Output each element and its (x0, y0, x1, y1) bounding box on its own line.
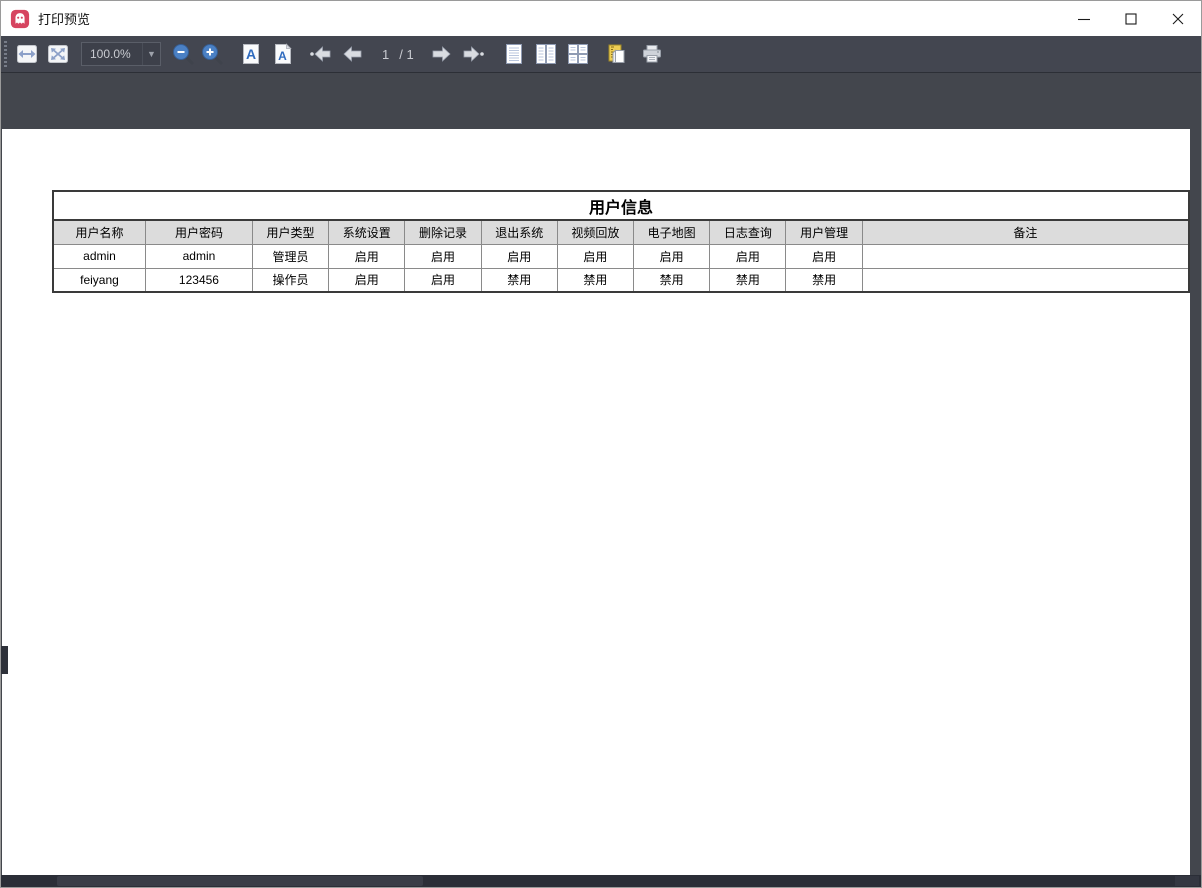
vertical-scrollbar-thumb[interactable] (1, 646, 8, 674)
table-cell: 启用 (634, 244, 710, 268)
table-row: adminadmin管理员启用启用启用启用启用启用启用 (53, 244, 1189, 268)
page-total: / 1 (399, 47, 413, 62)
column-header: 用户类型 (252, 220, 328, 244)
table-cell: admin (145, 244, 252, 268)
table-cell: 启用 (329, 268, 405, 292)
toolbar-grip[interactable] (4, 41, 7, 67)
zoom-out-button[interactable] (170, 41, 196, 67)
minimize-icon (1077, 12, 1091, 26)
table-cell: 启用 (405, 268, 481, 292)
maximize-icon (1124, 12, 1138, 26)
table-cell: 禁用 (786, 268, 862, 292)
table-cell: 启用 (405, 244, 481, 268)
column-header: 电子地图 (634, 220, 710, 244)
table-cell: 启用 (557, 244, 633, 268)
table-cell (862, 268, 1189, 292)
four-page-layout-button[interactable] (565, 41, 591, 67)
last-page-icon (460, 42, 486, 66)
two-page-icon (534, 42, 558, 66)
four-page-icon (566, 42, 590, 66)
chevron-down-icon: ▼ (142, 43, 160, 65)
column-header: 日志查询 (710, 220, 786, 244)
single-page-layout-button[interactable] (501, 41, 527, 67)
document-page: 用户信息用户名称用户密码用户类型系统设置删除记录退出系统视频回放电子地图日志查询… (2, 129, 1190, 875)
column-header: 用户管理 (786, 220, 862, 244)
column-header: 退出系统 (481, 220, 557, 244)
table-cell: 禁用 (557, 268, 633, 292)
table-cell: 启用 (786, 244, 862, 268)
maximize-button[interactable] (1107, 1, 1154, 36)
svg-text:A: A (278, 49, 287, 63)
print-preview-window: 打印预览 (0, 0, 1202, 888)
fit-page-button[interactable] (45, 41, 71, 67)
print-icon (640, 42, 664, 66)
prev-page-button[interactable] (340, 41, 366, 67)
single-page-icon (502, 42, 526, 66)
table-cell: 启用 (329, 244, 405, 268)
fit-page-icon (46, 42, 70, 66)
column-header: 视频回放 (557, 220, 633, 244)
fit-width-button[interactable] (14, 41, 40, 67)
zoom-value: 100.0% (82, 47, 142, 61)
zoom-select[interactable]: 100.0% ▼ (81, 42, 161, 66)
fit-width-icon (15, 42, 39, 66)
scrollbar-corner (1175, 876, 1199, 886)
horizontal-scrollbar[interactable] (1, 875, 1201, 887)
font-page-icon: A (271, 42, 295, 66)
table-cell: feiyang (53, 268, 145, 292)
first-page-button[interactable] (308, 41, 334, 67)
preview-area: 用户信息用户名称用户密码用户类型系统设置删除记录退出系统视频回放电子地图日志查询… (1, 73, 1201, 887)
font-page-button[interactable]: A (270, 41, 296, 67)
table-cell: 操作员 (252, 268, 328, 292)
window-title: 打印预览 (38, 9, 90, 28)
print-button[interactable] (639, 41, 665, 67)
page-setup-button[interactable] (605, 41, 631, 67)
table-cell: 管理员 (252, 244, 328, 268)
table-row: feiyang123456操作员启用启用禁用禁用禁用禁用禁用 (53, 268, 1189, 292)
close-icon (1171, 12, 1185, 26)
zoom-in-button[interactable] (199, 41, 225, 67)
column-header: 删除记录 (405, 220, 481, 244)
minimize-button[interactable] (1060, 1, 1107, 36)
user-table: 用户信息用户名称用户密码用户类型系统设置删除记录退出系统视频回放电子地图日志查询… (52, 190, 1190, 293)
table-cell: 启用 (481, 244, 557, 268)
column-header: 备注 (862, 220, 1189, 244)
table-cell: 启用 (710, 244, 786, 268)
app-icon (10, 9, 30, 29)
next-page-button[interactable] (428, 41, 454, 67)
svg-text:A: A (246, 46, 256, 62)
horizontal-scrollbar-thumb[interactable] (57, 876, 423, 886)
column-header: 系统设置 (329, 220, 405, 244)
font-icon: A (239, 42, 263, 66)
table-cell: admin (53, 244, 145, 268)
first-page-icon (308, 42, 334, 66)
page-setup-icon (606, 42, 630, 66)
table-cell: 禁用 (481, 268, 557, 292)
table-title: 用户信息 (53, 191, 1189, 220)
table-cell: 禁用 (634, 268, 710, 292)
close-button[interactable] (1154, 1, 1201, 36)
toolbar: 100.0% ▼ A (1, 36, 1201, 73)
two-page-layout-button[interactable] (533, 41, 559, 67)
table-header-row: 用户名称用户密码用户类型系统设置删除记录退出系统视频回放电子地图日志查询用户管理… (53, 220, 1189, 244)
last-page-button[interactable] (460, 41, 486, 67)
titlebar: 打印预览 (1, 1, 1201, 36)
prev-page-icon (340, 42, 366, 66)
page-indicator: 1 / 1 (366, 47, 418, 62)
next-page-icon (428, 42, 454, 66)
table-cell (862, 244, 1189, 268)
font-button[interactable]: A (238, 41, 264, 67)
table-cell: 禁用 (710, 268, 786, 292)
zoom-out-icon (171, 42, 195, 66)
table-cell: 123456 (145, 268, 252, 292)
column-header: 用户名称 (53, 220, 145, 244)
page-current: 1 (382, 47, 389, 62)
zoom-in-icon (200, 42, 224, 66)
column-header: 用户密码 (145, 220, 252, 244)
